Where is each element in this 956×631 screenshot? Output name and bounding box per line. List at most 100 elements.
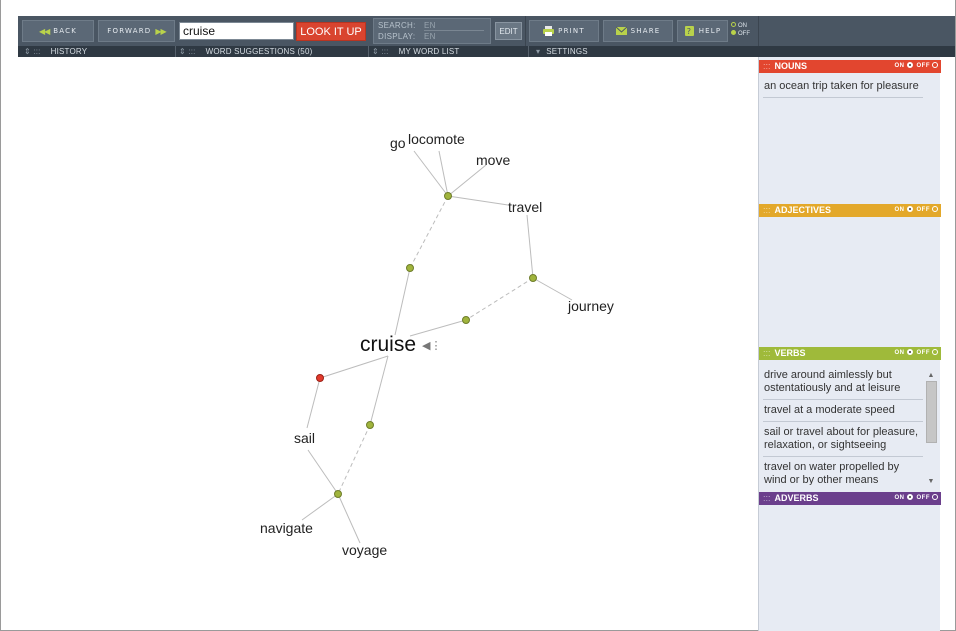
verbs-on-radio-icon[interactable] — [906, 349, 913, 356]
tab-my-word-list[interactable]: ⇕ ::: MY WORD LIST — [372, 46, 460, 57]
graph-edge — [526, 214, 534, 279]
word-journey[interactable]: journey — [568, 298, 614, 314]
graph-node[interactable] — [406, 264, 414, 272]
back-button[interactable]: ◀◀ BACK — [22, 20, 94, 42]
back-label: BACK — [53, 27, 78, 35]
scroll-down-arrow-icon[interactable]: ▼ — [926, 478, 936, 486]
display-language-value: EN — [424, 32, 436, 41]
language-selector[interactable]: SEARCH: EN DISPLAY: EN — [373, 18, 491, 44]
tab-history[interactable]: ⇕ ::: HISTORY — [24, 46, 87, 57]
graph-edge — [369, 355, 389, 426]
graph-node-selected[interactable] — [316, 374, 324, 382]
adverbs-off-label: OFF — [916, 495, 930, 501]
svg-text:?: ? — [686, 27, 691, 36]
edit-language-button[interactable]: EDIT — [495, 22, 522, 40]
adjectives-on-radio-icon[interactable] — [906, 206, 913, 213]
search-language-row[interactable]: SEARCH: EN — [378, 21, 484, 31]
graph-node[interactable] — [334, 490, 342, 498]
word-move[interactable]: move — [476, 152, 510, 168]
nouns-off-radio-icon[interactable] — [932, 62, 938, 69]
help-on-label: ON — [738, 23, 747, 29]
graph-node[interactable] — [529, 274, 537, 282]
verbs-off-label: OFF — [916, 350, 930, 356]
graph-edge — [394, 267, 411, 336]
look-it-up-button[interactable]: LOOK IT UP — [296, 22, 366, 41]
drag-handle-icon[interactable]: ::: — [763, 205, 771, 215]
noun-sense-1[interactable]: an ocean trip taken for pleasure — [763, 77, 923, 98]
drag-handle-icon[interactable]: ::: — [763, 348, 771, 358]
word-voyage[interactable]: voyage — [342, 542, 387, 558]
nouns-off-label: OFF — [916, 63, 930, 69]
nouns-header[interactable]: ::: NOUNS ON OFF — [759, 60, 941, 73]
main-toolbar: ◀◀ BACK FORWARD ▶▶ LOOK IT UP SEARCH: EN… — [18, 16, 955, 46]
verbs-off-radio-icon[interactable] — [932, 349, 938, 356]
word-locomote[interactable]: locomote — [408, 131, 465, 147]
forward-arrow-icon: ▶▶ — [155, 26, 166, 36]
verbs-toggle[interactable]: ON OFF — [895, 347, 938, 360]
help-on-option[interactable]: ON — [731, 22, 750, 30]
display-language-row[interactable]: DISPLAY: EN — [378, 32, 435, 41]
nouns-on-radio-icon[interactable] — [906, 62, 913, 69]
search-language-label: SEARCH: — [378, 21, 416, 30]
adverbs-off-radio-icon[interactable] — [932, 494, 938, 501]
forward-button[interactable]: FORWARD ▶▶ — [98, 20, 175, 42]
word-graph[interactable]: go locomote move travel journey cruise ◀… — [0, 57, 758, 631]
verbs-header[interactable]: ::: VERBS ON OFF — [759, 347, 941, 360]
toolbar-divider — [525, 16, 526, 46]
adverbs-header[interactable]: ::: ADVERBS ON OFF — [759, 492, 941, 505]
word-travel[interactable]: travel — [508, 199, 542, 215]
search-input[interactable] — [179, 22, 294, 40]
share-envelope-icon — [615, 26, 627, 35]
graph-edge — [306, 377, 321, 429]
graph-edge — [337, 493, 361, 544]
graph-edge — [532, 277, 573, 301]
verbs-list[interactable]: drive around aimlessly but ostentatiousl… — [759, 364, 925, 485]
graph-edge — [409, 319, 467, 337]
tab-word-suggestions[interactable]: ⇕ ::: WORD SUGGESTIONS (50) — [179, 46, 312, 57]
adjectives-on-label: ON — [894, 207, 905, 213]
drag-handle-icon[interactable]: ::: — [763, 493, 771, 503]
scroll-thumb[interactable] — [926, 381, 937, 443]
adverbs-on-radio-icon[interactable] — [906, 494, 913, 501]
verbs-scrollbar[interactable]: ▲ ▼ — [924, 372, 938, 486]
nouns-toggle[interactable]: ON OFF — [894, 60, 938, 73]
adjectives-off-radio-icon[interactable] — [932, 206, 938, 213]
back-arrow-icon: ◀◀ — [38, 26, 50, 36]
graph-node[interactable] — [462, 316, 470, 324]
graph-edge — [319, 355, 389, 379]
help-off-option[interactable]: OFF — [731, 30, 750, 38]
nouns-title: NOUNS — [774, 61, 808, 71]
graph-node[interactable] — [444, 192, 452, 200]
word-go[interactable]: go — [390, 135, 406, 151]
word-cruise-main[interactable]: cruise — [360, 333, 416, 357]
verb-sense-4[interactable]: travel on water propelled by wind or by … — [763, 458, 923, 485]
drag-handle-icon[interactable]: ::: — [763, 61, 771, 71]
verb-sense-2[interactable]: travel at a moderate speed — [763, 401, 923, 422]
verb-sense-1[interactable]: drive around aimlessly but ostentatiousl… — [763, 366, 923, 400]
print-button[interactable]: PRINT — [529, 20, 599, 42]
display-language-label: DISPLAY: — [378, 32, 416, 41]
tab-settings[interactable]: ▾ SETTINGS — [536, 46, 588, 57]
word-sail[interactable]: sail — [294, 430, 315, 446]
settings-dropdown-icon: ▾ — [536, 47, 541, 56]
tab-handle-icon: ⇕ ::: — [372, 47, 389, 56]
nouns-on-label: ON — [894, 63, 905, 69]
graph-edge — [413, 150, 449, 197]
adverbs-toggle[interactable]: ON OFF — [894, 492, 938, 505]
graph-edge-dashed — [409, 195, 449, 269]
verb-sense-3[interactable]: sail or travel about for pleasure, relax… — [763, 423, 923, 457]
adverbs-on-label: ON — [894, 495, 905, 501]
adjectives-toggle[interactable]: ON OFF — [894, 204, 938, 217]
tab-divider — [175, 46, 176, 57]
word-navigate[interactable]: navigate — [260, 520, 313, 536]
scroll-up-arrow-icon[interactable]: ▲ — [926, 372, 936, 380]
adverbs-title: ADVERBS — [774, 493, 819, 503]
pronunciation-speaker-icon[interactable]: ◀⋮ — [422, 339, 441, 352]
help-on-radio-icon — [731, 22, 736, 27]
help-toggle[interactable]: ON OFF — [731, 22, 750, 38]
share-button[interactable]: SHARE — [603, 20, 673, 42]
adjectives-header[interactable]: ::: ADJECTIVES ON OFF — [759, 204, 941, 217]
graph-node[interactable] — [366, 421, 374, 429]
help-label: HELP — [698, 27, 722, 35]
help-button[interactable]: ? HELP — [677, 20, 728, 42]
